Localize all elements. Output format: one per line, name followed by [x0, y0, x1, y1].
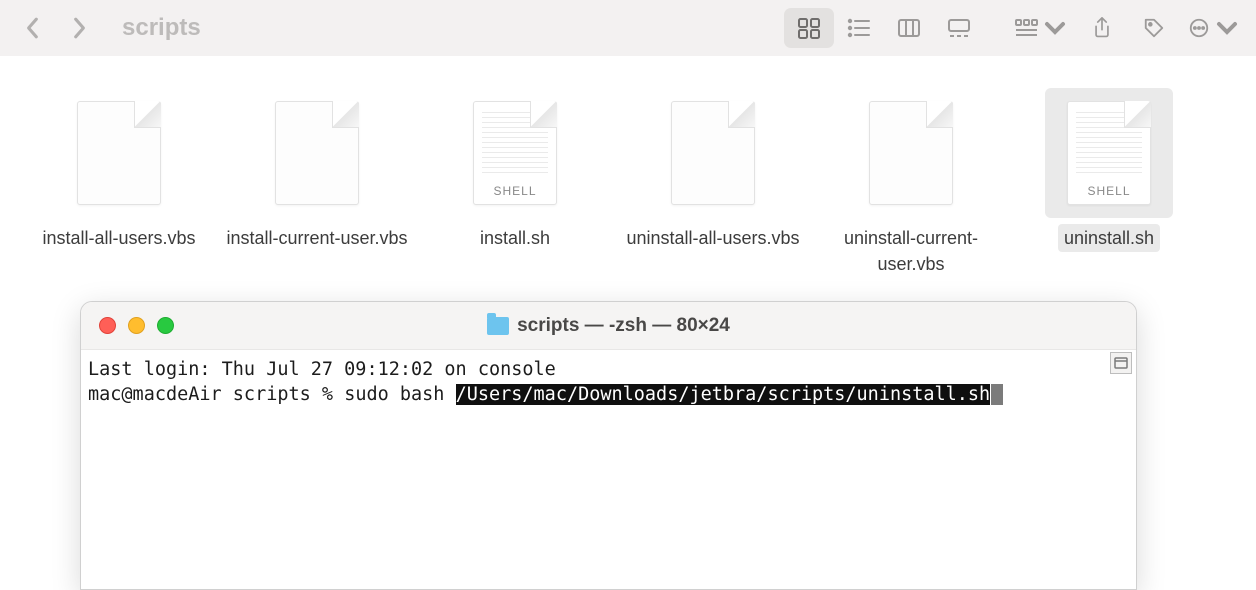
tags-button[interactable]: [1132, 8, 1176, 48]
terminal-sidebar-toggle[interactable]: [1110, 352, 1132, 374]
generic-file-icon: [671, 101, 755, 205]
terminal-prompt: mac@macdeAir scripts %: [88, 384, 344, 405]
gallery-view-button[interactable]: [934, 8, 984, 48]
minimize-window-button[interactable]: [128, 317, 145, 334]
view-mode-group: [784, 8, 984, 48]
group-by-button[interactable]: [1010, 8, 1072, 48]
terminal-body[interactable]: Last login: Thu Jul 27 09:12:02 on conso…: [81, 350, 1136, 416]
file-name-label: install-all-users.vbs: [36, 224, 201, 252]
file-item[interactable]: install-current-user.vbs: [218, 88, 416, 278]
shell-badge: SHELL: [1068, 184, 1150, 198]
terminal-command: sudo bash: [344, 384, 455, 405]
generic-file-icon: [869, 101, 953, 205]
shell-file-icon: SHELL: [473, 101, 557, 205]
more-actions-button[interactable]: [1184, 8, 1242, 48]
file-icon-wrap: SHELL: [1045, 88, 1173, 218]
file-item[interactable]: install-all-users.vbs: [20, 88, 218, 278]
terminal-cursor: [991, 384, 1003, 405]
shell-badge: SHELL: [474, 184, 556, 198]
finder-toolbar: scripts: [0, 0, 1256, 56]
terminal-last-login: Last login: Thu Jul 27 09:12:02 on conso…: [88, 359, 556, 380]
file-item[interactable]: uninstall-all-users.vbs: [614, 88, 812, 278]
generic-file-icon: [275, 101, 359, 205]
file-icon-wrap: SHELL: [451, 88, 579, 218]
terminal-title: scripts — -zsh — 80×24: [81, 315, 1136, 337]
back-button[interactable]: [14, 9, 52, 47]
file-icon-wrap: [253, 88, 381, 218]
file-name-label: install-current-user.vbs: [220, 224, 413, 252]
folder-icon: [487, 317, 509, 335]
shell-file-icon: SHELL: [1067, 101, 1151, 205]
terminal-window: scripts — -zsh — 80×24 Last login: Thu J…: [80, 301, 1137, 590]
file-name-label: install.sh: [474, 224, 556, 252]
file-name-label: uninstall.sh: [1058, 224, 1160, 252]
share-button[interactable]: [1080, 8, 1124, 48]
file-icon-wrap: [55, 88, 183, 218]
list-view-button[interactable]: [834, 8, 884, 48]
close-window-button[interactable]: [99, 317, 116, 334]
file-item[interactable]: SHELL install.sh: [416, 88, 614, 278]
file-icon-wrap: [847, 88, 975, 218]
terminal-title-text: scripts — -zsh — 80×24: [517, 315, 730, 337]
column-view-button[interactable]: [884, 8, 934, 48]
file-name-label: uninstall-current-user.vbs: [812, 224, 1010, 278]
file-name-label: uninstall-all-users.vbs: [620, 224, 805, 252]
file-item[interactable]: SHELL uninstall.sh: [1010, 88, 1208, 278]
terminal-highlighted-path: /Users/mac/Downloads/jetbra/scripts/unin…: [456, 384, 991, 405]
file-grid: install-all-users.vbs install-current-use…: [0, 56, 1256, 278]
traffic-lights: [99, 317, 174, 334]
forward-button[interactable]: [60, 9, 98, 47]
file-icon-wrap: [649, 88, 777, 218]
maximize-window-button[interactable]: [157, 317, 174, 334]
generic-file-icon: [77, 101, 161, 205]
terminal-titlebar[interactable]: scripts — -zsh — 80×24: [81, 302, 1136, 350]
folder-title: scripts: [122, 14, 201, 42]
file-item[interactable]: uninstall-current-user.vbs: [812, 88, 1010, 278]
icon-view-button[interactable]: [784, 8, 834, 48]
